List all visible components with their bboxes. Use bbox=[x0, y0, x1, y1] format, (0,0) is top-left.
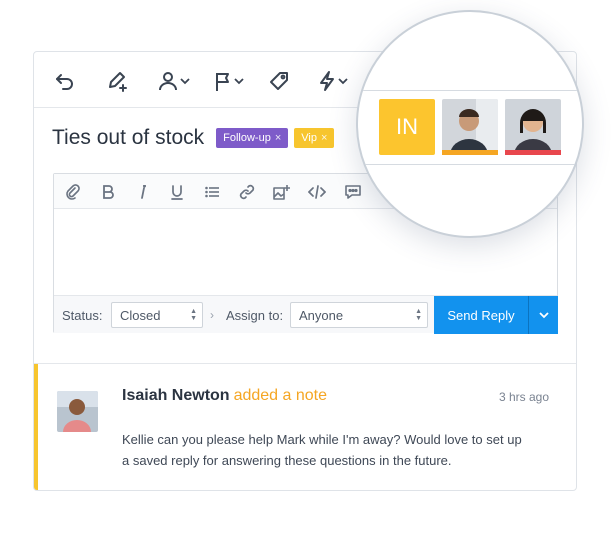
tag-follow-up[interactable]: Follow-up × bbox=[216, 128, 289, 148]
note-author[interactable]: Isaiah Newton bbox=[122, 387, 230, 404]
avatar bbox=[57, 391, 98, 432]
list-button[interactable] bbox=[203, 183, 221, 201]
avatar-status-bar bbox=[505, 150, 561, 155]
tag-vip[interactable]: Vip × bbox=[294, 128, 335, 148]
avatar-status-bar bbox=[442, 150, 498, 155]
user-icon bbox=[159, 72, 177, 91]
tag-icon bbox=[270, 72, 288, 90]
undo-icon bbox=[56, 74, 73, 90]
paperclip-icon bbox=[66, 184, 80, 200]
assign-user-button[interactable] bbox=[158, 69, 190, 93]
italic-icon bbox=[141, 185, 146, 199]
select-arrows-icon: ▲ ▼ bbox=[415, 308, 422, 322]
send-reply-button[interactable]: Send Reply bbox=[434, 296, 528, 334]
workflow-button[interactable] bbox=[318, 69, 348, 93]
flag-icon bbox=[216, 73, 229, 91]
chevron-down-icon bbox=[338, 78, 348, 85]
tag-label: Vip bbox=[301, 132, 317, 144]
initials-avatar[interactable]: IN bbox=[379, 99, 435, 155]
code-icon bbox=[308, 185, 326, 199]
attach-button[interactable] bbox=[64, 183, 82, 201]
remove-tag-icon[interactable]: × bbox=[321, 132, 327, 144]
chevron-down-icon bbox=[538, 312, 549, 319]
assign-select[interactable]: Anyone ▲ ▼ bbox=[290, 302, 428, 328]
send-options-button[interactable] bbox=[528, 296, 558, 334]
chevron-down-icon bbox=[234, 78, 244, 85]
chevron-right-icon: › bbox=[210, 308, 214, 322]
lightning-icon bbox=[320, 71, 334, 91]
assign-value: Anyone bbox=[299, 308, 344, 323]
list-icon bbox=[205, 186, 219, 198]
note-body: Kellie can you please help Mark while I'… bbox=[122, 432, 522, 468]
avatar[interactable] bbox=[505, 99, 561, 155]
link-button[interactable] bbox=[238, 183, 256, 201]
pen-plus-icon bbox=[109, 72, 127, 92]
underline-button[interactable] bbox=[168, 183, 186, 201]
underline-icon bbox=[171, 184, 183, 200]
note-timestamp: 3 hrs ago bbox=[498, 390, 549, 404]
remove-tag-icon[interactable]: × bbox=[275, 132, 281, 144]
status-value: Closed bbox=[120, 308, 161, 323]
assignee-magnifier: IN bbox=[356, 10, 584, 238]
undo-button[interactable] bbox=[54, 69, 76, 93]
image-icon bbox=[273, 185, 290, 200]
chat-icon bbox=[345, 185, 361, 199]
select-arrows-icon: ▲ ▼ bbox=[190, 308, 197, 322]
editor-footer: Status: Closed ▲ ▼ › Assign to: Anyone ▲ ▼… bbox=[54, 295, 558, 334]
avatar[interactable] bbox=[442, 99, 498, 155]
conversation-subject: Ties out of stock bbox=[52, 126, 205, 149]
bold-icon bbox=[103, 185, 114, 199]
italic-button[interactable] bbox=[134, 183, 152, 201]
tag-button[interactable] bbox=[268, 69, 290, 93]
link-icon bbox=[239, 184, 255, 200]
status-select[interactable]: Closed ▲ ▼ bbox=[111, 302, 203, 328]
code-button[interactable] bbox=[308, 183, 326, 201]
magnifier-divider bbox=[358, 164, 582, 165]
divider bbox=[34, 363, 576, 364]
chevron-down-icon bbox=[180, 78, 190, 85]
tag-label: Follow-up bbox=[223, 132, 271, 144]
flag-button[interactable] bbox=[214, 69, 244, 93]
add-note-button[interactable] bbox=[106, 69, 130, 93]
note-action: added a note bbox=[233, 387, 327, 404]
status-label: Status: bbox=[62, 308, 103, 323]
assign-label: Assign to: bbox=[226, 308, 284, 323]
magnifier-divider bbox=[358, 90, 582, 91]
note-accent-bar bbox=[34, 364, 38, 490]
bold-button[interactable] bbox=[99, 183, 117, 201]
subject-row: Ties out of stock Follow-up × Vip × bbox=[52, 123, 340, 153]
saved-replies-button[interactable] bbox=[344, 183, 362, 201]
insert-image-button[interactable] bbox=[273, 183, 291, 201]
note-header: Isaiah Newton added a note bbox=[122, 387, 327, 405]
